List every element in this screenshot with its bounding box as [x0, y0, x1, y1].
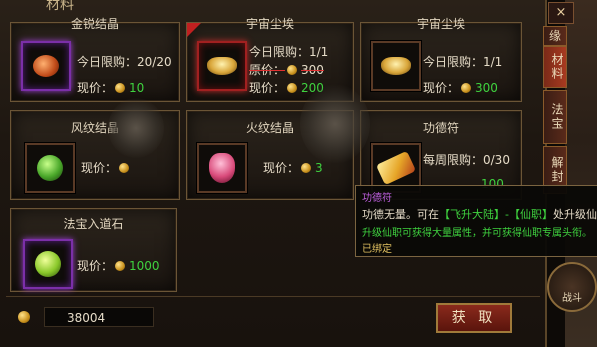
tooltip-desc: 功德无量。可在【飞升大陆】-【仙职】处升级仙职。	[362, 208, 597, 221]
item-tooltip: 功德符 功德无量。可在【飞升大陆】-【仙职】处升级仙职。 升级仙职可获得大量属性…	[355, 185, 597, 257]
item-title: 金锐结晶	[70, 17, 119, 31]
coin-icon	[115, 83, 126, 93]
price-row: 现价： 300	[423, 81, 498, 95]
item-title: 功德符	[422, 121, 459, 135]
obtain-button[interactable]: 获 取	[436, 303, 512, 333]
panel-title: 材料	[46, 0, 74, 13]
item-card[interactable]: 金锐结晶 今日限购：20/20 现价： 10	[10, 17, 180, 102]
corner-badge	[187, 23, 201, 37]
price-value: 3	[315, 161, 323, 175]
gold-amount: 38004	[44, 307, 154, 327]
side-tab-materials[interactable]: 材料	[543, 46, 567, 88]
side-tab-yuan[interactable]: 缘	[543, 26, 567, 46]
shop-panel: 材料 金锐结晶 今日限购：20/20 现价： 10 宇宙尘埃 今日限购：1/1 原…	[0, 0, 547, 347]
side-tab-treasure[interactable]: 法宝	[543, 90, 567, 144]
price-row: 现价：	[81, 159, 133, 176]
blur-overlay	[108, 98, 164, 158]
price-row: 现价： 10	[77, 81, 145, 95]
item-card[interactable]: 法宝入道石 现价： 1000	[10, 208, 177, 292]
battle-button[interactable]: 战斗	[547, 262, 597, 312]
coin-icon	[119, 163, 130, 173]
item-title: 法宝入道石	[63, 217, 124, 231]
coin-icon	[287, 83, 298, 93]
item-icon	[371, 41, 421, 91]
limit-text: 今日限购：20/20	[77, 55, 172, 69]
coin-icon	[115, 261, 126, 271]
tooltip-bound-status: 已绑定	[362, 244, 392, 255]
price-row: 现价： 1000	[77, 259, 160, 273]
coin-icon	[301, 163, 312, 173]
item-icon	[197, 41, 247, 91]
price-value: 10	[129, 81, 145, 95]
limit-text: 每周限购：0/30	[423, 153, 510, 167]
orig-price-value: 300	[301, 63, 324, 77]
orig-price-row: 原价： 300	[249, 63, 324, 77]
coin-icon	[287, 65, 298, 75]
bottom-bar: 38004 获 取	[6, 296, 540, 339]
price-row: 现价： 3	[263, 161, 323, 175]
item-title: 宇宙尘埃	[245, 17, 294, 31]
tooltip-item-name: 功德符	[362, 193, 392, 204]
item-icon	[25, 143, 75, 193]
blur-overlay	[300, 84, 370, 164]
coin-icon	[461, 83, 472, 93]
item-card[interactable]: 宇宙尘埃 今日限购：1/1 现价： 300	[360, 17, 522, 102]
price-value: 300	[475, 81, 498, 95]
item-icon	[23, 239, 73, 289]
item-title: 宇宙尘埃	[416, 17, 465, 31]
gold-coin-icon	[18, 311, 30, 323]
item-icon	[21, 41, 71, 91]
limit-text: 今日限购：1/1	[249, 45, 329, 59]
tooltip-upgrade-info: 升级仙职可获得大量属性，并可获得仙职专属头衔。	[362, 228, 592, 239]
close-icon[interactable]: ×	[548, 2, 574, 24]
item-icon	[197, 143, 247, 193]
price-value: 1000	[129, 259, 160, 273]
limit-text: 今日限购：1/1	[423, 55, 503, 69]
